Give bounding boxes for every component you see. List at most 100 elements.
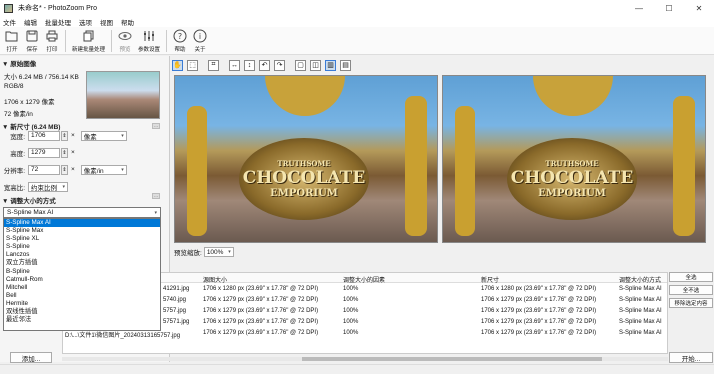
select-none-button[interactable]: 全不选 xyxy=(669,285,713,295)
preview-pipe xyxy=(187,106,207,236)
collapse-button[interactable]: … xyxy=(152,193,160,199)
method-option[interactable]: S-Spline Max AI xyxy=(4,219,160,228)
row-file[interactable]: 57571.jpg xyxy=(163,319,189,325)
row-new-size: 1706 x 1279 px (23.69" x 17.76" @ 72 DPI… xyxy=(481,308,597,314)
method-option[interactable]: 最近邻法 xyxy=(4,316,160,324)
method-option[interactable]: Bell xyxy=(4,292,160,300)
minimize-button[interactable]: — xyxy=(624,0,654,16)
split-view-icon[interactable]: ◫ xyxy=(310,59,321,71)
settings-button[interactable]: 参数设置 xyxy=(135,27,163,55)
side-by-side-icon[interactable]: ▥ xyxy=(325,59,336,71)
row-factor: 100% xyxy=(343,308,359,314)
sign-bottom-text: EMPORIUM xyxy=(538,188,606,199)
height-input[interactable]: 1279 xyxy=(28,147,60,158)
table-side-buttons: 全选 全不选 移除选定内容 xyxy=(669,272,713,311)
preview-button[interactable]: 预览 xyxy=(115,27,135,55)
about-button[interactable]: i 关于 xyxy=(190,27,210,55)
resolution-unit-select[interactable]: 像素/in ▾ xyxy=(80,164,127,175)
row-file[interactable]: 5740.jpg xyxy=(163,297,186,303)
menu-file[interactable]: 文件 xyxy=(3,17,16,27)
method-option[interactable]: S-Spline XL xyxy=(4,235,160,243)
flip-horizontal-icon[interactable]: ↔ xyxy=(229,59,240,71)
preview-label: 预览 xyxy=(119,47,131,53)
crop-tool-icon[interactable]: ⌗ xyxy=(208,59,219,71)
preview-pipe xyxy=(673,96,695,236)
method-option[interactable]: Mitchell xyxy=(4,284,160,292)
rotate-right-icon[interactable]: ↷ xyxy=(274,59,285,71)
new-batch-button[interactable]: 新建批量处理 xyxy=(69,27,108,55)
single-view-icon[interactable]: ▢ xyxy=(295,59,306,71)
zoom-select[interactable]: 100% ▾ xyxy=(203,247,234,257)
width-input[interactable]: 1706 xyxy=(28,130,60,141)
method-option[interactable]: 双立方插值 xyxy=(4,259,160,267)
sign-top-text: TRUTHSOME xyxy=(545,159,599,168)
height-spinner[interactable]: ⇕ xyxy=(61,147,68,158)
resolution-spinner[interactable]: ⇕ xyxy=(61,164,68,175)
row-method: S-Spline Max AI xyxy=(619,297,662,303)
width-label: 宽度: xyxy=(10,133,25,141)
width-spinner[interactable]: ⇕ xyxy=(61,130,68,141)
svg-text:?: ? xyxy=(178,32,182,41)
chevron-down-icon: ▾ xyxy=(121,166,124,173)
method-option[interactable]: S-Spline Max xyxy=(4,227,160,235)
height-label: 高度: xyxy=(10,150,25,158)
print-label: 打印 xyxy=(46,47,58,53)
remove-selected-button[interactable]: 移除选定内容 xyxy=(669,298,713,308)
help-icon: ? xyxy=(173,29,187,43)
print-button[interactable]: 打印 xyxy=(42,27,62,55)
row-file[interactable]: 41291.jpg xyxy=(163,286,189,292)
header-method[interactable]: 调整大小的方式 xyxy=(619,275,661,284)
open-button[interactable]: 打开 xyxy=(2,27,22,55)
row-new-size: 1706 x 1280 px (23.69" x 17.78" @ 72 DPI… xyxy=(481,286,597,292)
header-factor[interactable]: 调整大小的因素 xyxy=(343,275,385,284)
help-label: 帮助 xyxy=(174,47,186,53)
help-button[interactable]: ? 帮助 xyxy=(170,27,190,55)
zoom-label: 预览缩放: xyxy=(174,250,202,257)
method-select[interactable]: S-Spline Max AI ▾ xyxy=(3,207,161,218)
menu-batch[interactable]: 批量处理 xyxy=(45,17,71,27)
ratio-select[interactable]: 约束比例 ▾ xyxy=(28,181,68,192)
ratio-value: 约束比例 xyxy=(31,184,57,192)
scrollbar-thumb[interactable] xyxy=(302,357,602,361)
close-button[interactable]: ✕ xyxy=(684,0,714,16)
method-option[interactable]: S-Spline xyxy=(4,243,160,251)
row-file[interactable]: D:\...\文件1\微信图片_20240313165757.jpg xyxy=(65,330,180,339)
original-preview[interactable]: TRUTHSOME CHOCOLATE EMPORIUM xyxy=(174,75,438,243)
width-unit-select[interactable]: 像素 ▾ xyxy=(80,130,127,141)
method-option[interactable]: Catmull-Rom xyxy=(4,276,160,284)
source-image-header[interactable]: ▼ 原始图像 xyxy=(2,58,36,68)
svg-text:i: i xyxy=(199,32,201,41)
new-batch-label: 新建批量处理 xyxy=(72,47,106,53)
method-header[interactable]: ▼ 调整大小的方式 xyxy=(2,195,56,205)
start-button[interactable]: 开始... xyxy=(669,352,713,363)
stacked-view-icon[interactable]: ▤ xyxy=(340,59,351,71)
method-option[interactable]: B-Spline xyxy=(4,268,160,276)
select-all-button[interactable]: 全选 xyxy=(669,272,713,282)
select-tool-icon[interactable]: ⬚ xyxy=(187,59,198,71)
header-new-size[interactable]: 新尺寸 xyxy=(481,275,499,284)
menu-options[interactable]: 选项 xyxy=(79,17,92,27)
row-file[interactable]: 5757.jpg xyxy=(163,308,186,314)
method-option[interactable]: 双线性插值 xyxy=(4,308,160,316)
row-factor: 100% xyxy=(343,330,359,336)
result-preview[interactable]: TRUTHSOME CHOCOLATE EMPORIUM xyxy=(442,75,706,243)
multiply-icon: × xyxy=(71,132,75,139)
menu-help[interactable]: 帮助 xyxy=(121,17,134,27)
collapse-button[interactable]: … xyxy=(152,123,160,129)
method-option[interactable]: Hermite xyxy=(4,300,160,308)
table-scrollbar[interactable] xyxy=(62,357,668,361)
menu-edit[interactable]: 编辑 xyxy=(24,17,37,27)
height-row: 高度: 1279 ⇕ × xyxy=(0,147,81,158)
flip-vertical-icon[interactable]: ↕ xyxy=(244,59,255,71)
settings-label: 参数设置 xyxy=(138,47,161,53)
rotate-left-icon[interactable]: ↶ xyxy=(259,59,270,71)
sign-mid-text: CHOCOLATE xyxy=(242,168,366,188)
hand-tool-icon[interactable]: ✋ xyxy=(172,59,183,71)
resolution-input[interactable]: 72 xyxy=(28,164,60,175)
maximize-button[interactable]: ☐ xyxy=(654,0,684,16)
preview-sign: TRUTHSOME CHOCOLATE EMPORIUM xyxy=(239,138,369,220)
save-button[interactable]: 保存 xyxy=(22,27,42,55)
add-button[interactable]: 添加... xyxy=(10,352,52,363)
menu-view[interactable]: 视图 xyxy=(100,17,113,27)
header-source-size[interactable]: 源图大小 xyxy=(203,275,227,284)
